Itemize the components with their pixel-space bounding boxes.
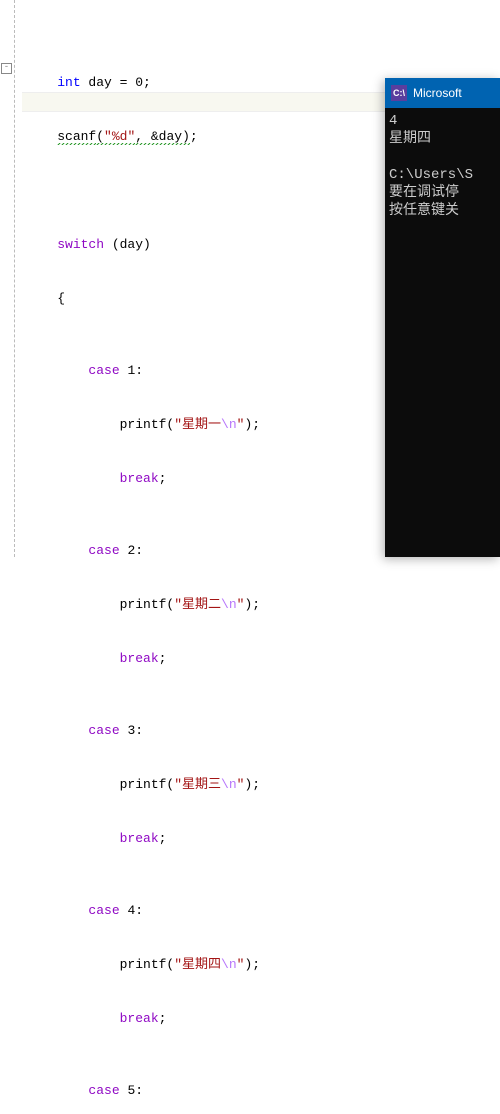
fold-toggle-icon[interactable]: - (1, 63, 12, 74)
terminal-output[interactable]: 4 星期四 C:\Users\S 要在调试停 按任意键关 (385, 108, 500, 224)
terminal-window[interactable]: C:\ Microsoft 4 星期四 C:\Users\S 要在调试停 按任意… (385, 78, 500, 557)
terminal-titlebar[interactable]: C:\ Microsoft (385, 78, 500, 108)
terminal-icon: C:\ (391, 85, 407, 101)
scanf-call: scanf (57, 129, 96, 145)
terminal-title-text: Microsoft (413, 86, 462, 100)
fold-margin[interactable]: - (0, 0, 22, 557)
